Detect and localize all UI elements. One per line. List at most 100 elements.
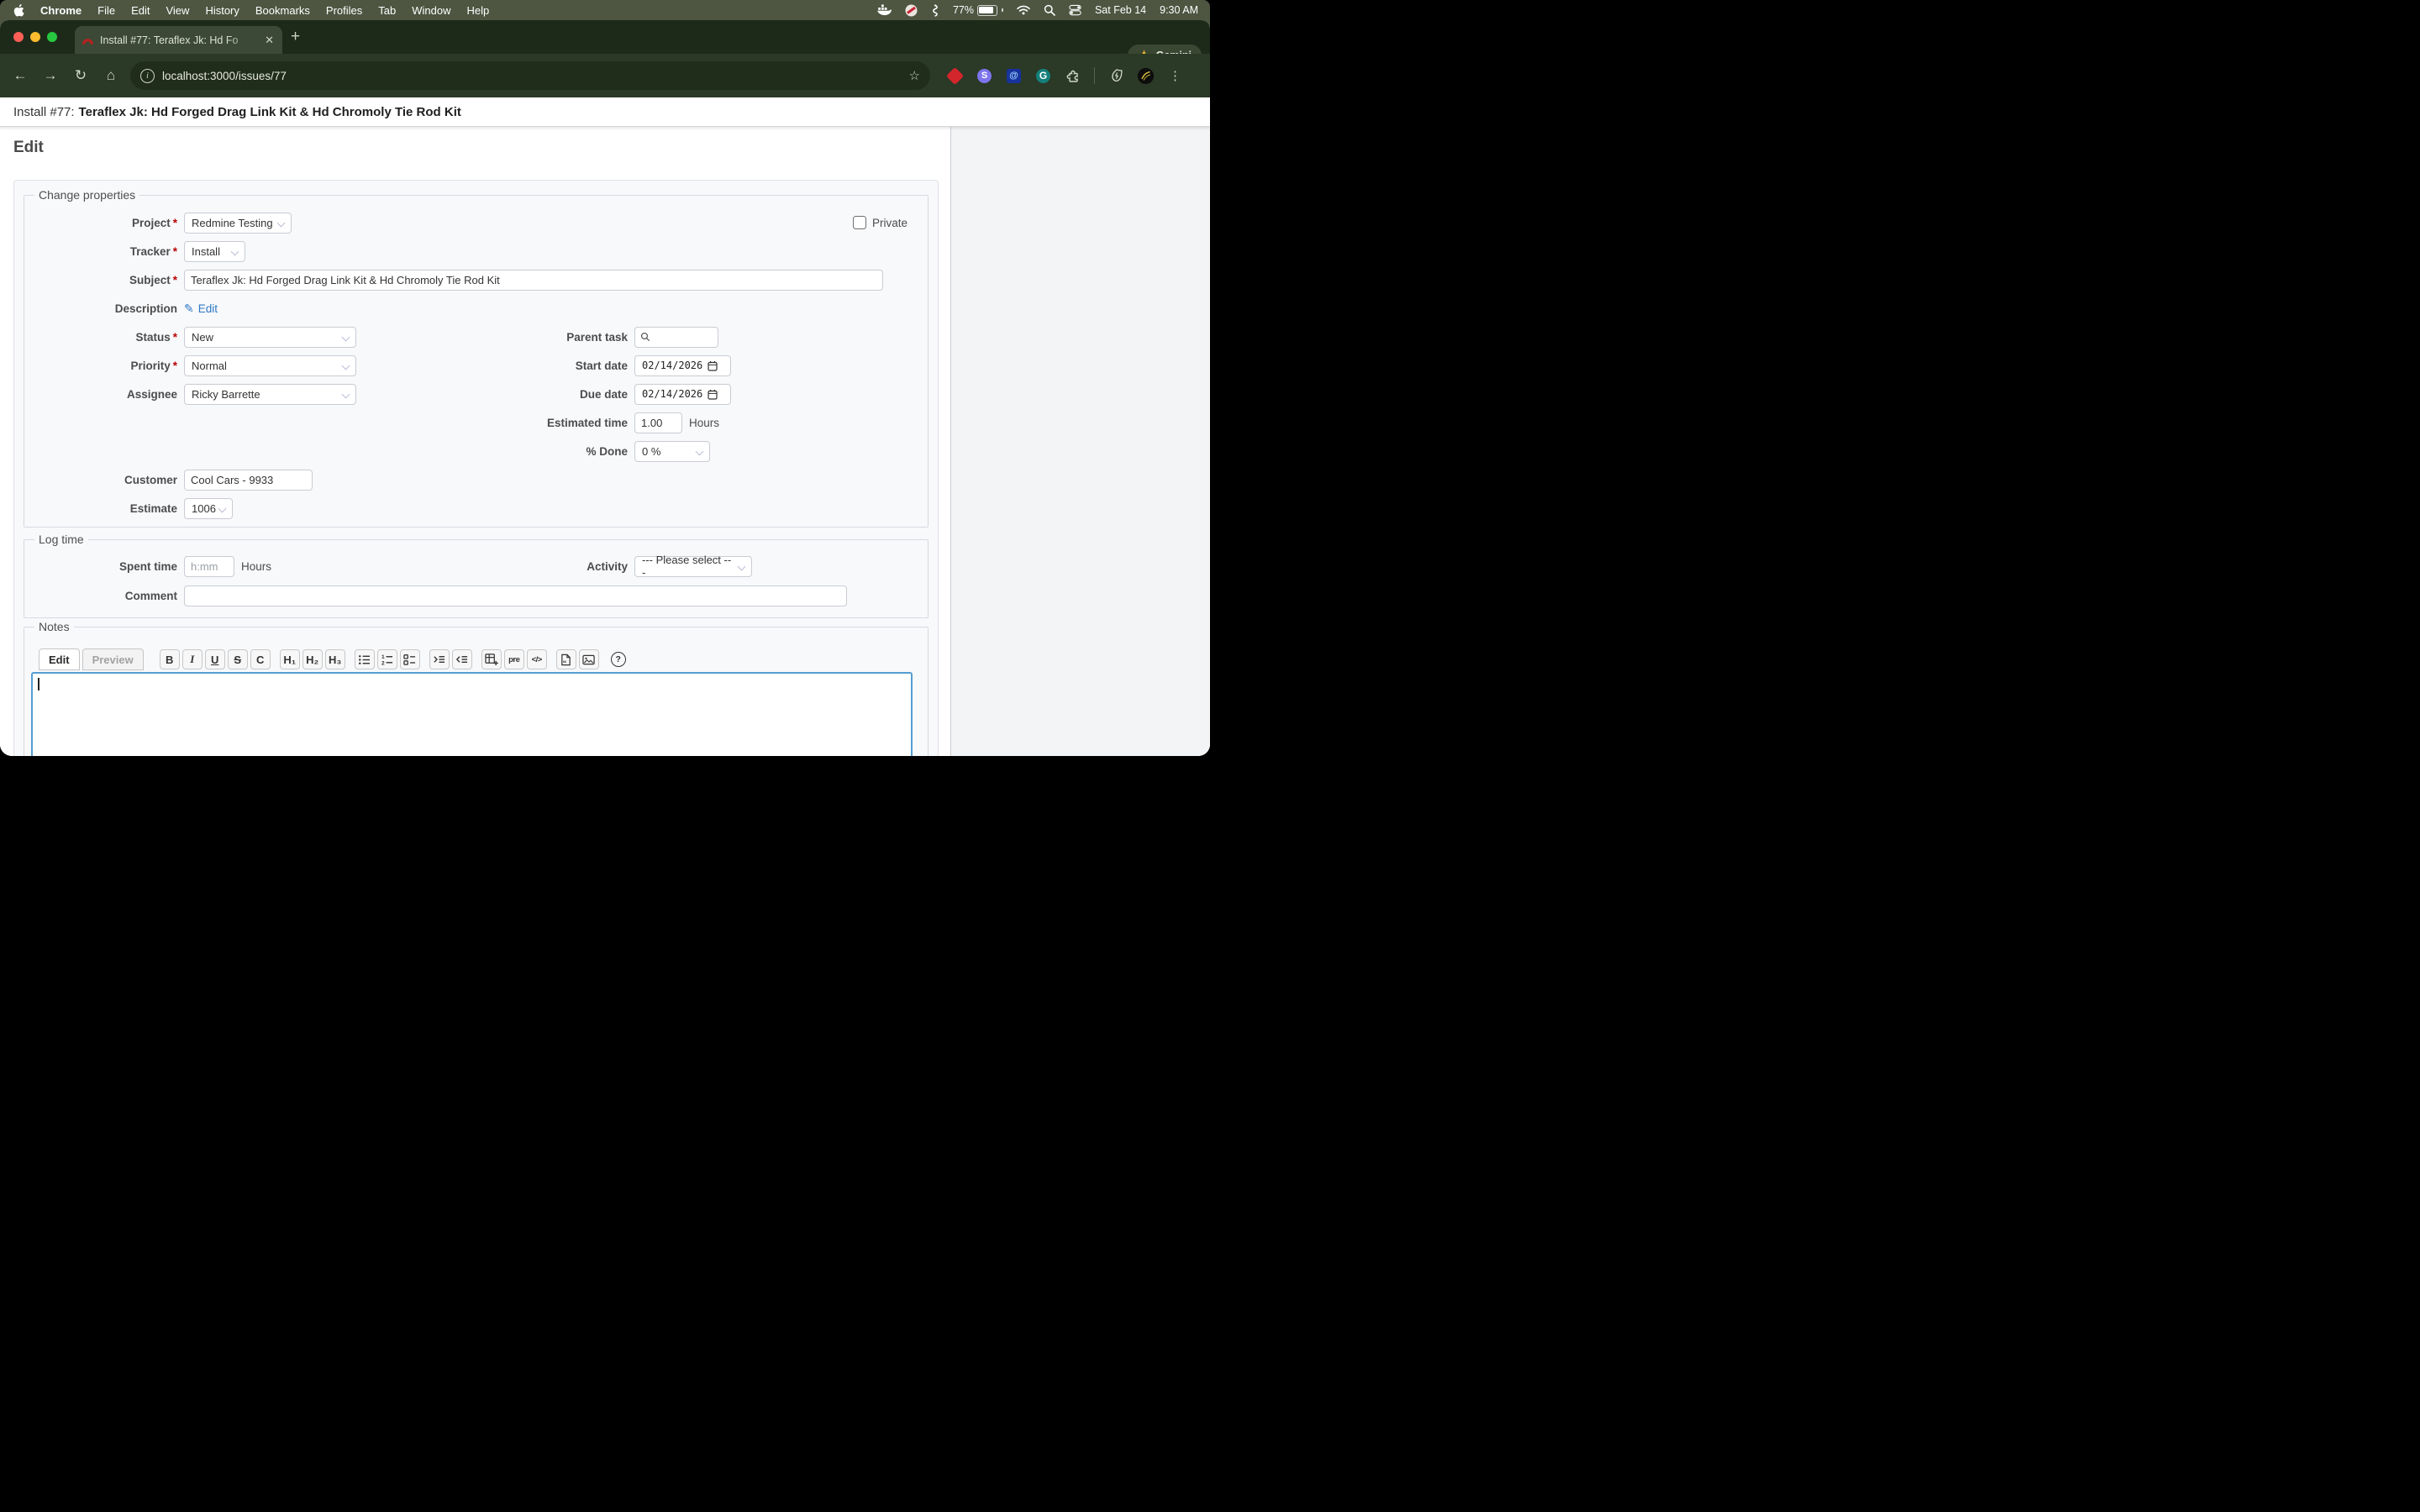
task-list-icon [403, 654, 416, 666]
browser-menu-icon[interactable]: ⋮ [1169, 68, 1181, 83]
puzzle-extensions-icon[interactable] [1065, 68, 1081, 84]
menu-item-bookmarks[interactable]: Bookmarks [255, 4, 310, 17]
customer-input[interactable] [184, 470, 313, 491]
parent-task-input[interactable] [634, 327, 718, 348]
tab-preview[interactable]: Preview [82, 648, 144, 670]
menu-item-profiles[interactable]: Profiles [326, 4, 362, 17]
change-properties-fieldset: Change properties Project* Redmine Testi… [24, 195, 929, 528]
issue-context-bar: Install #77: Teraflex Jk: Hd Forged Drag… [0, 97, 1210, 127]
docker-icon[interactable] [877, 4, 892, 16]
right-gutter [950, 127, 1210, 756]
unordered-list-button[interactable] [355, 649, 375, 669]
description-edit-link[interactable]: ✎ Edit [184, 302, 218, 316]
menubar-snake-icon[interactable] [931, 4, 939, 17]
url-text: localhost:3000/issues/77 [162, 70, 902, 82]
menu-item-chrome[interactable]: Chrome [40, 4, 82, 17]
control-center-icon[interactable] [1069, 4, 1081, 16]
lock-ext-icon[interactable]: @ [1006, 68, 1022, 84]
reload-button[interactable]: ↻ [66, 67, 96, 84]
chevron-down-icon [696, 447, 704, 455]
comment-input[interactable] [184, 585, 847, 606]
inline-code-button[interactable]: C [250, 649, 271, 669]
percent-done-select[interactable]: 0 % [634, 441, 710, 462]
parent-task-label: Parent task [414, 331, 628, 344]
wifi-icon[interactable] [1017, 5, 1030, 15]
menu-item-edit[interactable]: Edit [131, 4, 150, 17]
ordered-list-button[interactable]: 12 [377, 649, 397, 669]
menu-item-help[interactable]: Help [467, 4, 490, 17]
strikethrough-button[interactable]: S [228, 649, 248, 669]
estimated-time-input[interactable] [634, 412, 682, 433]
estimate-label: Estimate [34, 502, 177, 515]
project-select[interactable]: Redmine Testing [184, 213, 292, 234]
menu-item-tab[interactable]: Tab [378, 4, 396, 17]
private-checkbox[interactable] [853, 216, 866, 229]
redmine-ext-icon[interactable] [947, 68, 963, 84]
description-label: Description [34, 302, 177, 315]
status-select[interactable]: New [184, 327, 356, 348]
menu-item-file[interactable]: File [97, 4, 115, 17]
start-date-input[interactable]: 02/14/2026 [634, 355, 731, 376]
insert-image-button[interactable] [579, 649, 599, 669]
estimate-select[interactable]: 1006 [184, 498, 233, 519]
window-zoom-button[interactable] [47, 32, 57, 42]
blockquote-button[interactable] [429, 649, 450, 669]
image-icon [582, 654, 595, 666]
subject-input[interactable] [184, 270, 883, 291]
heading-2-button[interactable]: H₂ [302, 649, 323, 669]
page-heading: Edit [13, 139, 44, 157]
heading-1-button[interactable]: H₁ [280, 649, 300, 669]
due-date-label: Due date [414, 388, 628, 401]
site-info-icon[interactable]: i [140, 69, 155, 83]
tab-close-icon[interactable]: ✕ [263, 33, 276, 47]
notes-textarea[interactable] [31, 672, 913, 756]
menu-item-history[interactable]: History [205, 4, 239, 17]
attach-file-button[interactable]: ∞ [556, 649, 576, 669]
code-block-button[interactable]: </> [527, 649, 547, 669]
battery-indicator[interactable]: 77% [953, 4, 1003, 16]
help-button[interactable]: ? [608, 649, 629, 669]
spotlight-search-icon[interactable] [1044, 4, 1055, 16]
heading-3-button[interactable]: H₃ [325, 649, 345, 669]
menu-item-view[interactable]: View [166, 4, 189, 17]
insert-table-button[interactable] [481, 649, 502, 669]
bold-button[interactable]: B [160, 649, 180, 669]
task-list-button[interactable] [400, 649, 420, 669]
profile-avatar[interactable] [1138, 68, 1154, 84]
priority-select[interactable]: Normal [184, 355, 356, 376]
new-tab-button[interactable]: + [291, 29, 300, 45]
tracker-select[interactable]: Install [184, 241, 245, 262]
due-date-input[interactable]: 02/14/2026 [634, 384, 731, 405]
window-close-button[interactable] [13, 32, 24, 42]
back-button[interactable]: ← [5, 67, 35, 84]
grammarly-ext-icon[interactable]: G [1035, 68, 1051, 84]
macos-menubar: Chrome File Edit View History Bookmarks … [0, 0, 1210, 20]
chevron-down-icon [277, 218, 286, 227]
activity-select[interactable]: --- Please select --- [634, 556, 752, 577]
menubar-time[interactable]: 9:30 AM [1160, 4, 1198, 16]
underline-button[interactable]: U [205, 649, 225, 669]
menubar-date[interactable]: Sat Feb 14 [1095, 4, 1146, 16]
fieldset-legend: Notes [34, 620, 74, 633]
spent-time-input[interactable] [184, 556, 234, 577]
menubar-app-icon[interactable] [905, 4, 918, 17]
italic-button[interactable]: I [182, 649, 203, 669]
browser-tab[interactable]: Install #77: Teraflex Jk: Hd Fo ✕ [75, 26, 282, 54]
browser-toolbar: ← → ↻ ⌂ i localhost:3000/issues/77 ☆ S @… [0, 54, 1210, 97]
bookmark-star-icon[interactable]: ☆ [909, 68, 920, 83]
assignee-select[interactable]: Ricky Barrette [184, 384, 356, 405]
battery-saver-icon[interactable] [1108, 68, 1124, 84]
address-bar[interactable]: i localhost:3000/issues/77 ☆ [130, 61, 930, 90]
tab-edit[interactable]: Edit [39, 648, 80, 670]
menu-item-window[interactable]: Window [412, 4, 450, 17]
home-button[interactable]: ⌂ [96, 67, 126, 84]
unquote-button[interactable] [452, 649, 472, 669]
tab-title: Install #77: Teraflex Jk: Hd Fo [100, 34, 257, 46]
s-ext-icon[interactable]: S [976, 68, 992, 84]
priority-label: Priority* [34, 360, 177, 372]
forward-button[interactable]: → [35, 67, 66, 84]
battery-icon [977, 5, 997, 16]
apple-menu-icon[interactable] [13, 4, 24, 17]
window-minimize-button[interactable] [30, 32, 40, 42]
preformatted-button[interactable]: pre [504, 649, 524, 669]
